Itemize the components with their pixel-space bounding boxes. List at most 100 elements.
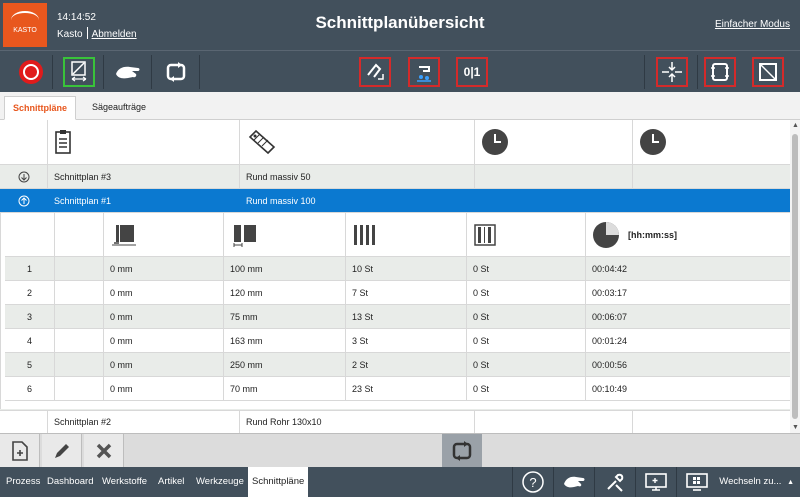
coolant-button[interactable] bbox=[408, 57, 440, 87]
manual-button[interactable] bbox=[553, 467, 593, 497]
row-count: 3 St bbox=[346, 329, 467, 352]
row-time: 00:10:49 bbox=[592, 383, 628, 394]
plan-row[interactable]: Schnittplan #2 Rund Rohr 130x10 bbox=[0, 410, 790, 433]
row-time: 00:03:17 bbox=[592, 287, 628, 298]
saw-feed-button[interactable] bbox=[63, 57, 95, 87]
scroll-down-icon[interactable]: ▼ bbox=[792, 424, 799, 431]
windows-icon bbox=[685, 473, 708, 491]
row-length: 120 mm bbox=[224, 281, 346, 304]
new-plan-button[interactable] bbox=[0, 434, 40, 468]
windows-button[interactable] bbox=[676, 467, 716, 497]
row-done: 0 St bbox=[467, 257, 586, 280]
clock-icon bbox=[482, 129, 508, 155]
plan-row[interactable]: Schnittplan #3 Rund massiv 50 bbox=[0, 165, 790, 189]
clamp-center-icon bbox=[662, 62, 682, 82]
machine-toolbar: 0|1 bbox=[0, 50, 800, 92]
saw-feed-icon bbox=[71, 61, 87, 82]
simple-mode-link[interactable]: Einfacher Modus bbox=[715, 19, 790, 30]
collapse-icon[interactable] bbox=[0, 189, 48, 212]
svg-text:?: ? bbox=[529, 475, 536, 490]
clipboard-icon bbox=[55, 130, 71, 154]
plan-name: Schnittplan #2 bbox=[48, 411, 240, 433]
pieces-done-icon bbox=[474, 223, 496, 246]
clamp-center-button[interactable] bbox=[656, 57, 688, 87]
cut-square-button[interactable] bbox=[752, 57, 784, 87]
nav-prozess[interactable]: Prozess bbox=[2, 467, 44, 497]
row-time: 00:00:56 bbox=[592, 359, 628, 370]
plan-row-selected[interactable]: Schnittplan #1 Rund massiv 100 bbox=[0, 189, 790, 213]
nav-schnittplaene[interactable]: Schnittpläne bbox=[248, 467, 308, 497]
frame-button[interactable] bbox=[704, 57, 736, 87]
row-trim: 0 mm bbox=[104, 377, 224, 400]
bend-button[interactable] bbox=[359, 57, 391, 87]
new-document-icon bbox=[11, 441, 28, 461]
edit-plan-button[interactable] bbox=[42, 434, 82, 468]
time-format-label: [hh:mm:ss] bbox=[628, 229, 677, 240]
row-done: 0 St bbox=[467, 305, 586, 328]
stop-button[interactable] bbox=[15, 57, 47, 87]
hand-icon bbox=[116, 66, 140, 79]
cycle-button[interactable] bbox=[160, 57, 192, 87]
row-time: 00:06:07 bbox=[592, 311, 628, 322]
switch-to-menu[interactable]: Wechseln zu... ▲ bbox=[719, 467, 794, 497]
length-cut-icon bbox=[233, 224, 256, 247]
nav-werkzeuge[interactable]: Werkzeuge bbox=[192, 467, 248, 497]
plan-material: Rund massiv 100 bbox=[240, 189, 475, 212]
pie-timer-icon bbox=[593, 221, 619, 248]
plan-detail: [hh:mm:ss] 1 0 mm 100 mm 10 St 0 St 00:0… bbox=[0, 213, 790, 409]
detail-row[interactable]: 4 0 mm 163 mm 3 St 0 St 00:01:24 bbox=[5, 329, 790, 353]
row-count: 23 St bbox=[346, 377, 467, 400]
transfer-button[interactable] bbox=[442, 434, 482, 468]
page-title: Schnittplanübersicht bbox=[315, 13, 485, 32]
tab-schnittplaene[interactable]: Schnittpläne bbox=[4, 96, 77, 120]
expand-icon[interactable] bbox=[0, 165, 48, 188]
nav-werkstoffe[interactable]: Werkstoffe bbox=[98, 467, 151, 497]
row-index: 4 bbox=[5, 329, 55, 352]
detail-row[interactable]: 5 0 mm 250 mm 2 St 0 St 00:00:56 bbox=[5, 353, 790, 377]
row-trim: 0 mm bbox=[104, 329, 224, 352]
tab-saegeauftraege[interactable]: Sägeaufträge bbox=[84, 96, 154, 120]
close-icon bbox=[96, 443, 111, 459]
stop-icon bbox=[19, 60, 43, 84]
monitor-icon bbox=[644, 473, 667, 491]
content-tabs: Schnittpläne Sägeaufträge bbox=[0, 92, 800, 120]
scroll-thumb[interactable] bbox=[792, 134, 798, 419]
scroll-up-icon[interactable]: ▲ bbox=[792, 122, 799, 129]
row-trim: 0 mm bbox=[104, 281, 224, 304]
row-length: 75 mm bbox=[224, 305, 346, 328]
vertical-scrollbar[interactable]: ▲ ▼ bbox=[790, 120, 800, 433]
detail-row[interactable]: 1 0 mm 100 mm 10 St 0 St 00:04:42 bbox=[5, 257, 790, 281]
row-index: 5 bbox=[5, 353, 55, 376]
delete-plan-button[interactable] bbox=[84, 434, 124, 468]
action-bar bbox=[0, 433, 800, 468]
detail-row[interactable]: 6 0 mm 70 mm 23 St 0 St 00:10:49 bbox=[5, 377, 790, 401]
manual-mode-button[interactable] bbox=[112, 57, 144, 87]
material-tag-icon bbox=[248, 129, 276, 155]
plan-material: Rund Rohr 130x10 bbox=[240, 411, 475, 433]
row-time: 00:04:42 bbox=[592, 263, 628, 274]
row-index: 6 bbox=[5, 377, 55, 400]
help-icon: ? bbox=[521, 471, 544, 493]
tools-button[interactable] bbox=[594, 467, 634, 497]
col-material bbox=[240, 120, 475, 164]
help-button[interactable]: ? bbox=[512, 467, 552, 497]
col-trim bbox=[104, 213, 224, 256]
row-done: 0 St bbox=[467, 329, 586, 352]
nav-artikel[interactable]: Artikel bbox=[154, 467, 188, 497]
row-done: 0 St bbox=[467, 377, 586, 400]
nav-dashboard[interactable]: Dashboard bbox=[43, 467, 97, 497]
row-count: 13 St bbox=[346, 305, 467, 328]
row-trim: 0 mm bbox=[104, 353, 224, 376]
toggle-01-button[interactable]: 0|1 bbox=[456, 57, 488, 87]
detail-row[interactable]: 2 0 mm 120 mm 7 St 0 St 00:03:17 bbox=[5, 281, 790, 305]
row-trim: 0 mm bbox=[104, 305, 224, 328]
toggle-01-icon: 0|1 bbox=[463, 65, 481, 79]
row-done: 0 St bbox=[467, 281, 586, 304]
detail-row[interactable]: 3 0 mm 75 mm 13 St 0 St 00:06:07 bbox=[5, 305, 790, 329]
row-length: 163 mm bbox=[224, 329, 346, 352]
row-length: 70 mm bbox=[224, 377, 346, 400]
col-done bbox=[467, 213, 586, 256]
monitor-button[interactable] bbox=[635, 467, 675, 497]
pieces-icon bbox=[354, 224, 375, 245]
row-index: 2 bbox=[5, 281, 55, 304]
